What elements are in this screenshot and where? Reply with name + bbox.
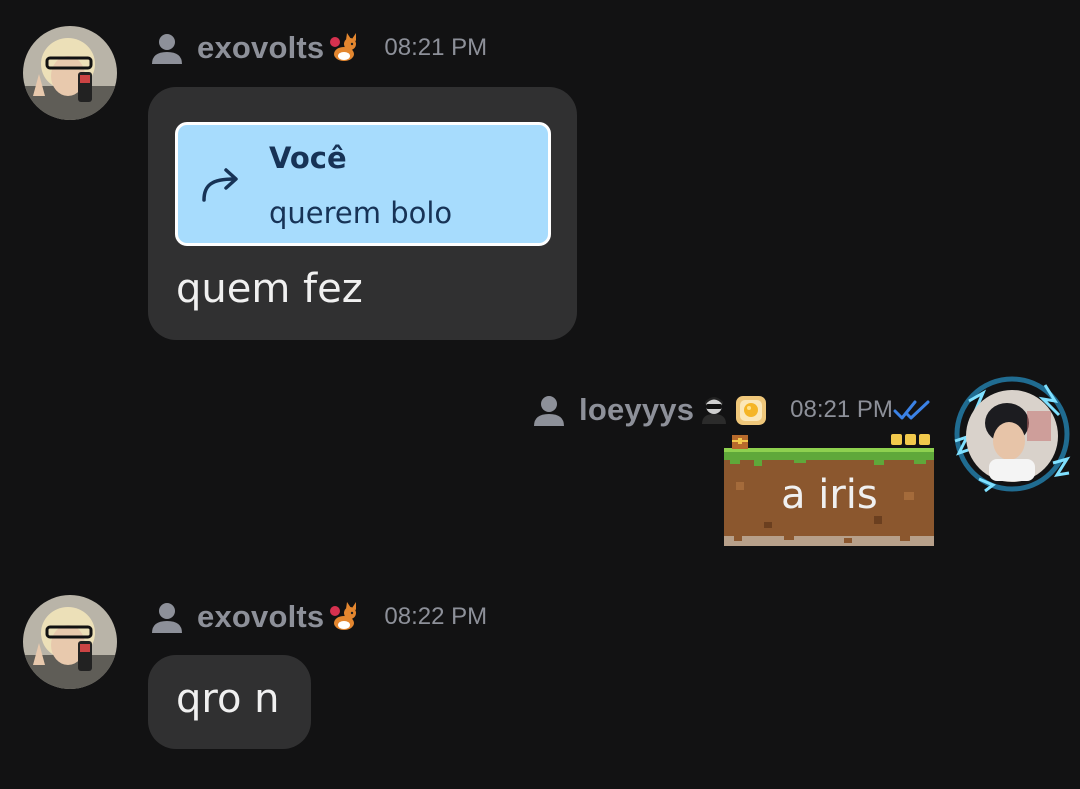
timestamp: 08:21 PM [384, 34, 488, 61]
reply-preview[interactable]: Você querem bolo [175, 122, 551, 246]
sender-name[interactable]: exovolts [197, 30, 324, 66]
user-icon [152, 34, 182, 64]
avatar-exovolts[interactable] [23, 595, 117, 689]
egg-toast-icon [736, 396, 767, 425]
double-check-icon [893, 400, 930, 420]
message-text: qro n [176, 676, 280, 722]
avatar-loeyyys[interactable] [949, 371, 1075, 497]
message-header: exovolts 08:22 PM [150, 597, 487, 637]
timestamp: 08:21 PM [790, 396, 893, 423]
message-text: a iris [781, 472, 878, 518]
message-bubble[interactable]: qro n [148, 655, 311, 749]
avatar-exovolts[interactable] [23, 26, 117, 120]
lightning-frame-icon [954, 376, 1071, 493]
reply-author: Você [269, 141, 347, 175]
message-bubble[interactable]: Você querem bolo quem fez [148, 87, 577, 340]
sender-name[interactable]: exovolts [197, 599, 324, 635]
timestamp: 08:22 PM [384, 603, 488, 630]
message-text: quem fez [176, 266, 363, 312]
message-header: loeyyys 08:21 PM [532, 390, 931, 430]
corgi-icon [330, 33, 357, 61]
user-icon [534, 396, 564, 426]
reply-arrow-icon [202, 168, 238, 202]
hacker-icon [702, 397, 727, 424]
user-icon [152, 603, 182, 633]
pixel-bubble[interactable]: a iris [724, 432, 934, 546]
sender-name[interactable]: loeyyys [579, 392, 694, 428]
message-header: exovolts 08:21 PM [150, 28, 487, 68]
corgi-icon [330, 602, 357, 630]
reply-text: querem bolo [269, 196, 453, 230]
